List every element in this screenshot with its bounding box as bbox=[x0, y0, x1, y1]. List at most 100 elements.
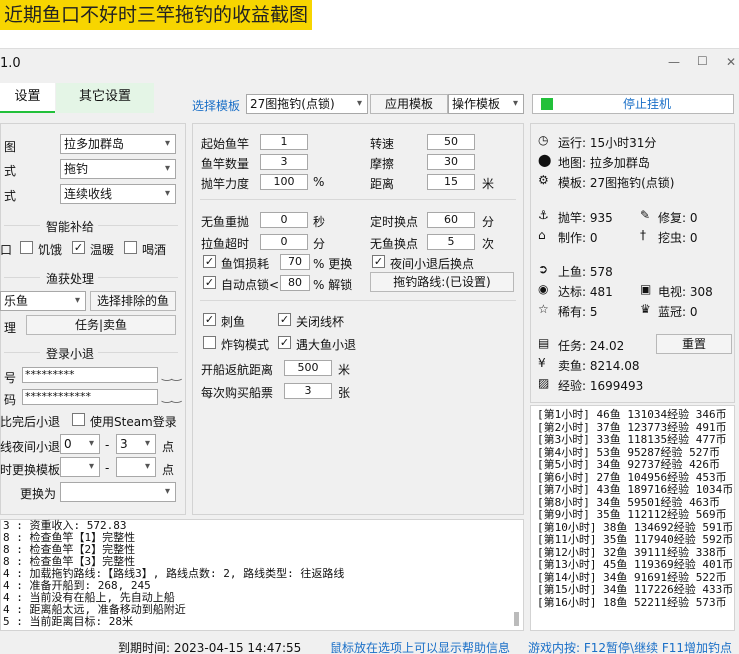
return-label: 开船返航距离 bbox=[201, 363, 274, 377]
minimize-button[interactable]: — bbox=[668, 55, 680, 69]
bluecrown-count: 蓝冠: 0 bbox=[658, 305, 698, 319]
speed-label: 转速 bbox=[370, 137, 395, 151]
app-window: 1.0 — ☐ ✕ 设置 其它设置 选择模板 27图拖钓(点锁) 应用模板 操作… bbox=[0, 48, 739, 654]
hourly-row: [第10小时] 38鱼 134692经验 591币 bbox=[537, 520, 734, 534]
rod-start-field[interactable]: 1 bbox=[260, 134, 308, 150]
bait-field[interactable]: 70 bbox=[280, 254, 310, 270]
night-to-select[interactable]: 3 bbox=[116, 434, 156, 454]
ticket-field[interactable]: 3 bbox=[284, 383, 332, 399]
reset-button[interactable]: 重置 bbox=[656, 334, 732, 354]
shovel-icon: † bbox=[640, 228, 646, 242]
spear-checkbox[interactable]: ✓ bbox=[203, 313, 216, 326]
reel-mode-select[interactable]: 连续收线 bbox=[60, 184, 176, 204]
map-label: 图 bbox=[4, 140, 17, 154]
change-to-label: 更换为 bbox=[20, 487, 57, 501]
friction-field[interactable]: 30 bbox=[427, 154, 475, 170]
recast-label: 无鱼重抛 bbox=[201, 215, 250, 229]
manage-label: 理 bbox=[4, 321, 17, 335]
hourly-row: [第14小时] 34鱼 91691经验 522币 bbox=[537, 570, 727, 584]
autolock-field[interactable]: 80 bbox=[280, 275, 310, 291]
task-sell-button[interactable]: 任务|卖鱼 bbox=[26, 315, 176, 335]
return-unit: 米 bbox=[338, 363, 351, 377]
stop-label: 停止挂机 bbox=[623, 97, 672, 111]
close-rod-label: 关闭线杯 bbox=[296, 315, 345, 329]
password-field[interactable]: ************ bbox=[22, 389, 158, 405]
bigfish-checkbox[interactable]: ✓ bbox=[278, 336, 291, 349]
account-field[interactable]: ********* bbox=[22, 367, 158, 383]
drink-checkbox[interactable] bbox=[124, 241, 137, 254]
timed-unit: 分 bbox=[482, 215, 495, 229]
close-rod-checkbox[interactable]: ✓ bbox=[278, 313, 291, 326]
hourly-row: [第4小时] 53鱼 95287经验 527币 bbox=[537, 445, 720, 459]
dig-count: 挖虫: 0 bbox=[658, 231, 698, 245]
bomb-checkbox[interactable] bbox=[203, 336, 216, 349]
hourly-row: [第6小时] 27鱼 104956经验 453币 bbox=[537, 470, 727, 484]
hourly-row: [第8小时] 34鱼 59501经验 463币 bbox=[537, 495, 720, 509]
tmpl-from-select[interactable] bbox=[60, 457, 100, 477]
catch-select[interactable]: 乐鱼 bbox=[0, 291, 86, 311]
close-button[interactable]: ✕ bbox=[726, 55, 736, 69]
mode-label: 式 bbox=[4, 164, 17, 178]
pct-unit: % bbox=[313, 175, 325, 189]
pull-timeout-field[interactable]: 0 bbox=[260, 234, 308, 250]
hourly-row: [第15小时] 34鱼 117226经验 433币 bbox=[537, 583, 734, 596]
exclude-fish-button[interactable]: 选择排除的鱼 bbox=[90, 291, 176, 311]
nofish-unit: 次 bbox=[482, 237, 495, 251]
route-button[interactable]: 拖钓路线:(已设置) bbox=[370, 272, 514, 292]
tmpl-to-select[interactable] bbox=[116, 457, 156, 477]
eye-icon[interactable]: ‿‿ bbox=[162, 367, 181, 381]
dash: - bbox=[105, 461, 110, 475]
hourly-log[interactable]: [第1小时] 46鱼 131034经验 346币 [第2小时] 37鱼 12377… bbox=[530, 405, 735, 631]
night-switch-checkbox[interactable]: ✓ bbox=[372, 255, 385, 268]
meter-unit: 米 bbox=[482, 177, 495, 191]
change-to-select[interactable] bbox=[60, 482, 176, 502]
template-label: 选择模板 bbox=[192, 99, 241, 113]
warmth-checkbox[interactable]: ✓ bbox=[72, 241, 85, 254]
bait-label: 鱼饵损耗 bbox=[221, 257, 270, 271]
hunger-checkbox[interactable] bbox=[20, 241, 33, 254]
autolock-unit: % 解锁 bbox=[313, 278, 353, 292]
speed-field[interactable]: 50 bbox=[427, 134, 475, 150]
tab-other-settings[interactable]: 其它设置 bbox=[56, 83, 154, 113]
maximize-button[interactable]: ☐ bbox=[697, 54, 708, 68]
hook-icon: ➲ bbox=[538, 262, 549, 276]
template-select[interactable]: 27图拖钓(点锁) bbox=[246, 94, 368, 114]
eye-icon[interactable]: ‿‿ bbox=[162, 389, 181, 403]
rare-count: 稀有: 5 bbox=[558, 305, 598, 319]
steam-checkbox[interactable] bbox=[72, 413, 85, 426]
rod-count-field[interactable]: 3 bbox=[260, 154, 308, 170]
stop-button[interactable]: 停止挂机 bbox=[532, 94, 734, 114]
distance-field[interactable]: 15 bbox=[427, 174, 475, 190]
apply-template-button[interactable]: 应用模板 bbox=[370, 94, 448, 114]
operate-template-select[interactable]: 操作模板 bbox=[448, 94, 524, 114]
sec-unit: 秒 bbox=[313, 215, 326, 229]
bait-checkbox[interactable]: ✓ bbox=[203, 255, 216, 268]
run-log[interactable]: 3 : 资重收入: 572.83 8 : 检查鱼竿【1】完整性 8 : 检查鱼竿【2… bbox=[0, 519, 524, 631]
cast-force-field[interactable]: 100 bbox=[260, 174, 308, 190]
gear-icon: ⚙ bbox=[538, 173, 549, 187]
crown-icon: ♛ bbox=[640, 302, 651, 316]
timed-switch-field[interactable]: 60 bbox=[427, 212, 475, 228]
expire-text: 到期时间: 2023-04-15 14:47:55 bbox=[118, 641, 302, 654]
recast-field[interactable]: 0 bbox=[260, 212, 308, 228]
map-text: 地图: 拉多加群岛 bbox=[558, 156, 650, 170]
hotkey-text: 游戏内按: F12暂停\继续 F11增加钓点 bbox=[528, 641, 733, 654]
hourly-row: [第13小时] 45鱼 119369经验 401币 bbox=[537, 558, 734, 571]
sell-value: 卖鱼: 8214.08 bbox=[558, 359, 640, 373]
steam-label: 使用Steam登录 bbox=[90, 415, 177, 429]
supply-item-1: 口 bbox=[0, 243, 13, 257]
autolock-checkbox[interactable]: ✓ bbox=[203, 276, 216, 289]
map-select[interactable]: 拉多加群岛 bbox=[60, 134, 176, 154]
tmpl-unit: 点 bbox=[162, 463, 175, 477]
tv-count: 电视: 308 bbox=[658, 285, 713, 299]
mode-select[interactable]: 拖钓 bbox=[60, 159, 176, 179]
cast-count: 抛竿: 935 bbox=[558, 211, 613, 225]
log-scrollbar[interactable] bbox=[514, 612, 519, 626]
coin-icon: ¥ bbox=[538, 356, 546, 370]
night-quit-label: 线夜间小退 bbox=[0, 440, 61, 454]
nofish-field[interactable]: 5 bbox=[427, 234, 475, 250]
star-icon: ☆ bbox=[538, 302, 549, 316]
night-from-select[interactable]: 0 bbox=[60, 434, 100, 454]
return-field[interactable]: 500 bbox=[284, 360, 332, 376]
tab-settings[interactable]: 设置 bbox=[0, 83, 55, 113]
